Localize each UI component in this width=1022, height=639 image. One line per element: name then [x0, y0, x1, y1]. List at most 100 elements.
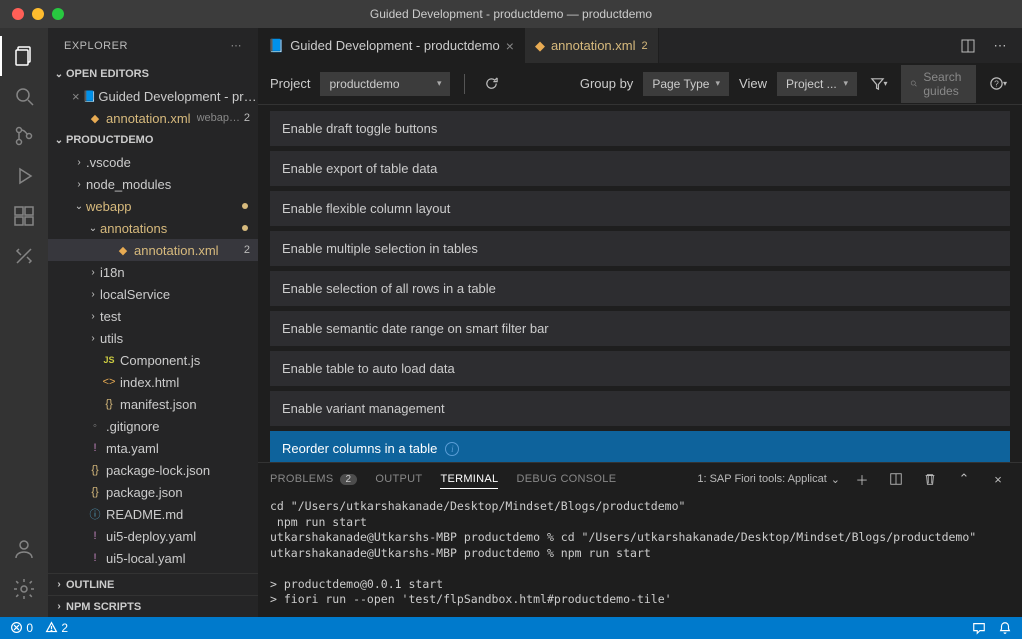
guide-item[interactable]: Enable flexible column layout	[270, 191, 1010, 226]
file-item[interactable]: !ui5-local.yaml	[48, 547, 258, 569]
terminal-selector[interactable]: 1: SAP Fiori tools: Applicat ⌄	[697, 473, 840, 486]
chevron-icon: ⌄	[72, 201, 86, 212]
file-item[interactable]: JSComponent.js	[48, 349, 258, 371]
groupby-label: Group by	[580, 76, 633, 91]
file-item[interactable]: {}manifest.json	[48, 393, 258, 415]
more-icon[interactable]: ⋯	[988, 34, 1012, 58]
chevron-icon: ›	[86, 267, 100, 278]
folder-item[interactable]: ⌄webapp	[48, 195, 258, 217]
explorer-more-icon[interactable]: ⋯	[231, 39, 243, 52]
activity-extensions[interactable]	[0, 196, 48, 236]
chevron-icon: ›	[86, 333, 100, 344]
panel-tab-output[interactable]: OUTPUT	[375, 473, 422, 485]
npm-scripts-section[interactable]: › NPM SCRIPTS	[48, 595, 258, 617]
activity-bar	[0, 28, 48, 617]
file-item[interactable]: ◦.gitignore	[48, 415, 258, 437]
guide-item[interactable]: Enable draft toggle buttons	[270, 111, 1010, 146]
chevron-right-icon: ›	[52, 601, 66, 612]
open-editor-item[interactable]: × 📘 Guided Development - productdemo	[48, 85, 258, 107]
file-item[interactable]: ⓘREADME.md	[48, 503, 258, 525]
bottom-panel: PROBLEMS 2 OUTPUT TERMINAL DEBUG CONSOLE…	[258, 462, 1022, 617]
guide-item[interactable]: Enable table to auto load data	[270, 351, 1010, 386]
tab-annotation[interactable]: ◆ annotation.xml 2	[525, 28, 659, 63]
status-warnings[interactable]: 2	[45, 621, 68, 635]
panel-tab-terminal[interactable]: TERMINAL	[440, 473, 498, 489]
new-terminal-icon[interactable]: ＋	[850, 467, 874, 491]
chevron-icon: ⌄	[86, 223, 100, 234]
activity-explorer[interactable]	[0, 36, 48, 76]
guide-item-selected[interactable]: Reorder columns in a table i	[270, 431, 1010, 462]
split-editor-icon[interactable]	[956, 34, 980, 58]
guide-item[interactable]: Enable export of table data	[270, 151, 1010, 186]
terminal-output[interactable]: cd "/Users/utkarshakanade/Desktop/Mindse…	[258, 495, 1022, 617]
view-label: View	[739, 76, 767, 91]
guide-item[interactable]: Enable selection of all rows in a table	[270, 271, 1010, 306]
filter-icon[interactable]: ▾	[867, 72, 891, 96]
help-icon[interactable]: ? ▾	[986, 72, 1010, 96]
svg-text:?: ?	[994, 78, 999, 88]
close-window-icon[interactable]	[12, 8, 24, 20]
chevron-down-icon: ⌄	[52, 69, 66, 80]
guide-item[interactable]: Enable multiple selection in tables	[270, 231, 1010, 266]
guide-item[interactable]: Enable variant management	[270, 391, 1010, 426]
project-dropdown[interactable]: productdemo ▾	[320, 72, 450, 96]
file-item[interactable]: !mta.yaml	[48, 437, 258, 459]
activity-source-control[interactable]	[0, 116, 48, 156]
file-item[interactable]: ◆annotation.xml2	[48, 239, 258, 261]
minimize-window-icon[interactable]	[32, 8, 44, 20]
status-feedback-icon[interactable]	[972, 621, 986, 635]
file-item[interactable]: {}package-lock.json	[48, 459, 258, 481]
activity-run-debug[interactable]	[0, 156, 48, 196]
activity-search[interactable]	[0, 76, 48, 116]
open-editors-list: × 📘 Guided Development - productdemo ◆ a…	[48, 85, 258, 129]
panel-tab-problems[interactable]: PROBLEMS 2	[270, 473, 357, 485]
chevron-icon: ›	[86, 289, 100, 300]
split-terminal-icon[interactable]	[884, 467, 908, 491]
folder-item[interactable]: ›node_modules	[48, 173, 258, 195]
tab-guided-development[interactable]: 📘 Guided Development - productdemo ×	[258, 28, 525, 63]
folder-item[interactable]: ›localService	[48, 283, 258, 305]
open-editor-item[interactable]: ◆ annotation.xml webapp/annotatio... 2	[48, 107, 258, 129]
activity-accounts[interactable]	[0, 529, 48, 569]
titlebar: Guided Development - productdemo — produ…	[0, 0, 1022, 28]
guide-item[interactable]: Enable semantic date range on smart filt…	[270, 311, 1010, 346]
view-dropdown[interactable]: Project ... ▾	[777, 72, 857, 96]
open-editors-section[interactable]: ⌄ OPEN EDITORS	[48, 63, 258, 85]
panel-tab-debug[interactable]: DEBUG CONSOLE	[516, 473, 616, 485]
maximize-window-icon[interactable]	[52, 8, 64, 20]
file-item[interactable]: !ui5.yaml	[48, 569, 258, 573]
activity-tools[interactable]	[0, 236, 48, 276]
maximize-panel-icon[interactable]: ⌃	[952, 467, 976, 491]
search-icon	[910, 77, 917, 90]
chevron-down-icon: ▾	[715, 78, 720, 89]
file-item[interactable]: <>index.html	[48, 371, 258, 393]
editor-area: 📘 Guided Development - productdemo × ◆ a…	[258, 28, 1022, 617]
file-item[interactable]: !ui5-deploy.yaml	[48, 525, 258, 547]
tab-bar: 📘 Guided Development - productdemo × ◆ a…	[258, 28, 1022, 63]
chevron-right-icon: ›	[52, 579, 66, 590]
search-input[interactable]: Search guides	[901, 65, 976, 103]
folder-item[interactable]: ⌄annotations	[48, 217, 258, 239]
status-errors[interactable]: 0	[10, 621, 33, 635]
status-bell-icon[interactable]	[998, 621, 1012, 635]
project-section[interactable]: ⌄ PRODUCTDEMO	[48, 129, 258, 151]
activity-settings[interactable]	[0, 569, 48, 609]
statusbar: 0 2	[0, 617, 1022, 639]
outline-section[interactable]: › OUTLINE	[48, 573, 258, 595]
kill-terminal-icon[interactable]	[918, 467, 942, 491]
file-tree: ›.vscode›node_modules⌄webapp⌄annotations…	[48, 151, 258, 573]
chevron-down-icon: ▾	[437, 78, 442, 89]
chevron-down-icon: ⌄	[831, 473, 840, 486]
folder-item[interactable]: ›utils	[48, 327, 258, 349]
close-icon[interactable]: ×	[72, 89, 83, 104]
info-icon[interactable]: i	[445, 442, 459, 456]
folder-item[interactable]: ›.vscode	[48, 151, 258, 173]
close-panel-icon[interactable]: ×	[986, 467, 1010, 491]
close-icon[interactable]: ×	[506, 38, 514, 54]
refresh-icon[interactable]	[479, 72, 503, 96]
file-item[interactable]: {}package.json	[48, 481, 258, 503]
chevron-icon: ›	[86, 311, 100, 322]
groupby-dropdown[interactable]: Page Type ▾	[643, 72, 729, 96]
folder-item[interactable]: ›i18n	[48, 261, 258, 283]
folder-item[interactable]: ›test	[48, 305, 258, 327]
